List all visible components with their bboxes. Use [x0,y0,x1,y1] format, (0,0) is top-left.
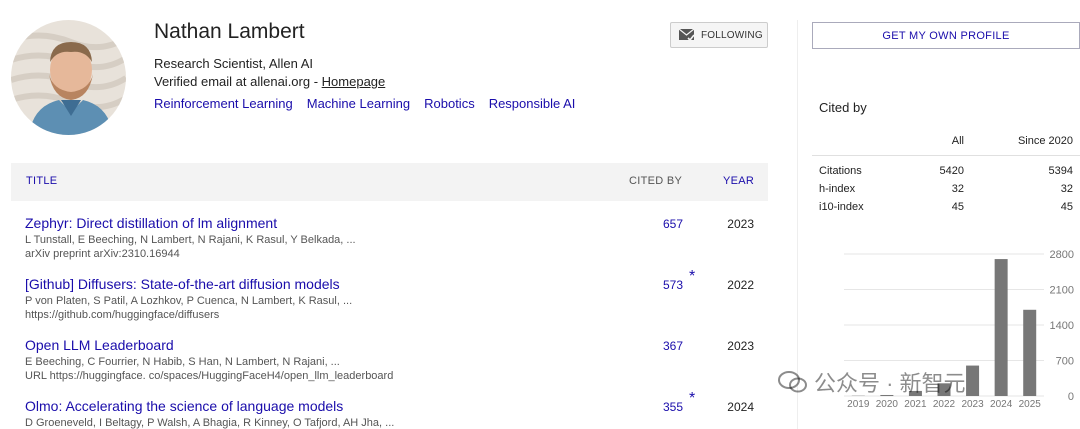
interest-link[interactable]: Responsible AI [489,96,576,111]
publication-venue: arXiv preprint arXiv:2310.16944 [25,248,180,260]
cited-by-count[interactable]: 355 [663,400,683,414]
chart-bar-2024[interactable] [994,259,1008,396]
stats-header-row: All Since 2020 [812,130,1080,156]
stats-all-value: 5420 [939,165,964,177]
publication-year: 2023 [727,339,754,353]
stats-since-value: 45 [1060,201,1073,213]
stats-label[interactable]: i10-index [819,201,864,213]
publication-year: 2022 [727,278,754,292]
profile-email: Verified email at allenai.org - Homepage [154,74,385,89]
interest-link[interactable]: Machine Learning [307,96,410,111]
publications-table-header: TITLE CITED BY YEAR [11,163,768,201]
publication-title[interactable]: Zephyr: Direct distillation of lm alignm… [25,215,277,231]
interest-link[interactable]: Reinforcement Learning [154,96,293,111]
x-tick-label: 2025 [1019,399,1042,410]
sort-by-year[interactable]: YEAR [723,175,754,187]
profile-affiliation: Research Scientist, Allen AI [154,56,313,71]
x-tick-label: 2019 [847,399,870,410]
publication-title[interactable]: [Github] Diffusers: State-of-the-art dif… [25,276,340,292]
cited-by-count[interactable]: 657 [663,217,683,231]
publication-title[interactable]: Olmo: Accelerating the science of langua… [25,398,343,414]
y-tick-label: 2800 [1050,249,1074,261]
y-tick-label: 0 [1068,391,1074,403]
publication-venue: URL https://huggingface. co/spaces/Huggi… [25,370,394,382]
cited-by-count[interactable]: 367 [663,339,683,353]
email-text: Verified email at allenai.org - [154,74,322,89]
stats-since-value: 32 [1060,183,1073,195]
x-tick-label: 2020 [876,399,899,410]
publication-authors: L Tunstall, E Beeching, N Lambert, N Raj… [25,234,356,246]
stats-row-i10-index: i10-index 45 45 [812,198,1080,216]
publication-authors: E Beeching, C Fourrier, N Habib, S Han, … [25,356,340,368]
envelope-check-icon [679,28,695,42]
chart-bar-2022[interactable] [937,383,951,396]
chart-svg: 2800 2100 1400 700 0 2019 2020 2021 2022 2023 2024… [844,249,1074,410]
stats-row-h-index: h-index 32 32 [812,180,1080,198]
stats-col-all: All [951,135,964,147]
stats-all-value: 45 [951,201,964,213]
get-own-profile-button[interactable]: GET MY OWN PROFILE [812,22,1080,49]
y-tick-label: 2100 [1050,285,1074,297]
stats-label[interactable]: h-index [819,183,855,195]
sort-by-title[interactable]: TITLE [26,175,57,187]
wechat-icon [778,371,807,393]
x-tick-label: 2024 [990,399,1013,410]
x-tick-label: 2022 [933,399,956,410]
following-label: FOLLOWING [701,29,763,41]
stats-all-value: 32 [951,183,964,195]
x-tick-label: 2021 [904,399,927,410]
chart-bar-2020[interactable] [880,394,894,396]
cited-by-count[interactable]: 573 [663,278,683,292]
stats-since-value: 5394 [1048,165,1073,177]
column-divider [797,20,798,429]
chart-bar-2023[interactable] [966,365,980,396]
stats-row-citations: Citations 5420 5394 [812,162,1080,180]
homepage-link[interactable]: Homepage [322,74,386,89]
stats-label[interactable]: Citations [819,165,862,177]
cited-by-heading: Cited by [819,100,867,115]
x-tick-label: 2023 [961,399,984,410]
sort-by-cited[interactable]: CITED BY [629,175,682,187]
chart-bar-2025[interactable] [1023,309,1037,396]
profile-avatar [11,20,126,135]
publication-year: 2024 [727,400,754,414]
publication-venue: https://github.com/huggingface/diffusers [25,309,220,321]
stats-col-since: Since 2020 [1017,135,1073,147]
merged-citations-star: * [689,268,696,285]
following-button[interactable]: FOLLOWING [670,22,768,48]
merged-citations-star: * [689,390,696,407]
citation-stats-table: All Since 2020 Citations 5420 5394 h-ind… [812,130,1080,216]
publication-authors: P von Platen, S Patil, A Lozhkov, P Cuen… [25,295,353,307]
y-tick-label: 1400 [1050,320,1074,332]
interest-link[interactable]: Robotics [424,96,475,111]
chart-bar-2021[interactable] [908,390,922,396]
publication-year: 2023 [727,217,754,231]
citations-per-year-chart: 2800 2100 1400 700 0 2019 2020 2021 2022 2023 2024… [812,240,1080,429]
profile-name: Nathan Lambert [154,20,305,43]
publication-authors: D Groeneveld, I Beltagy, P Walsh, A Bhag… [25,417,395,429]
y-tick-label: 700 [1056,356,1074,368]
publication-title[interactable]: Open LLM Leaderboard [25,337,174,353]
research-interests: Reinforcement Learning Machine Learning … [154,96,575,111]
